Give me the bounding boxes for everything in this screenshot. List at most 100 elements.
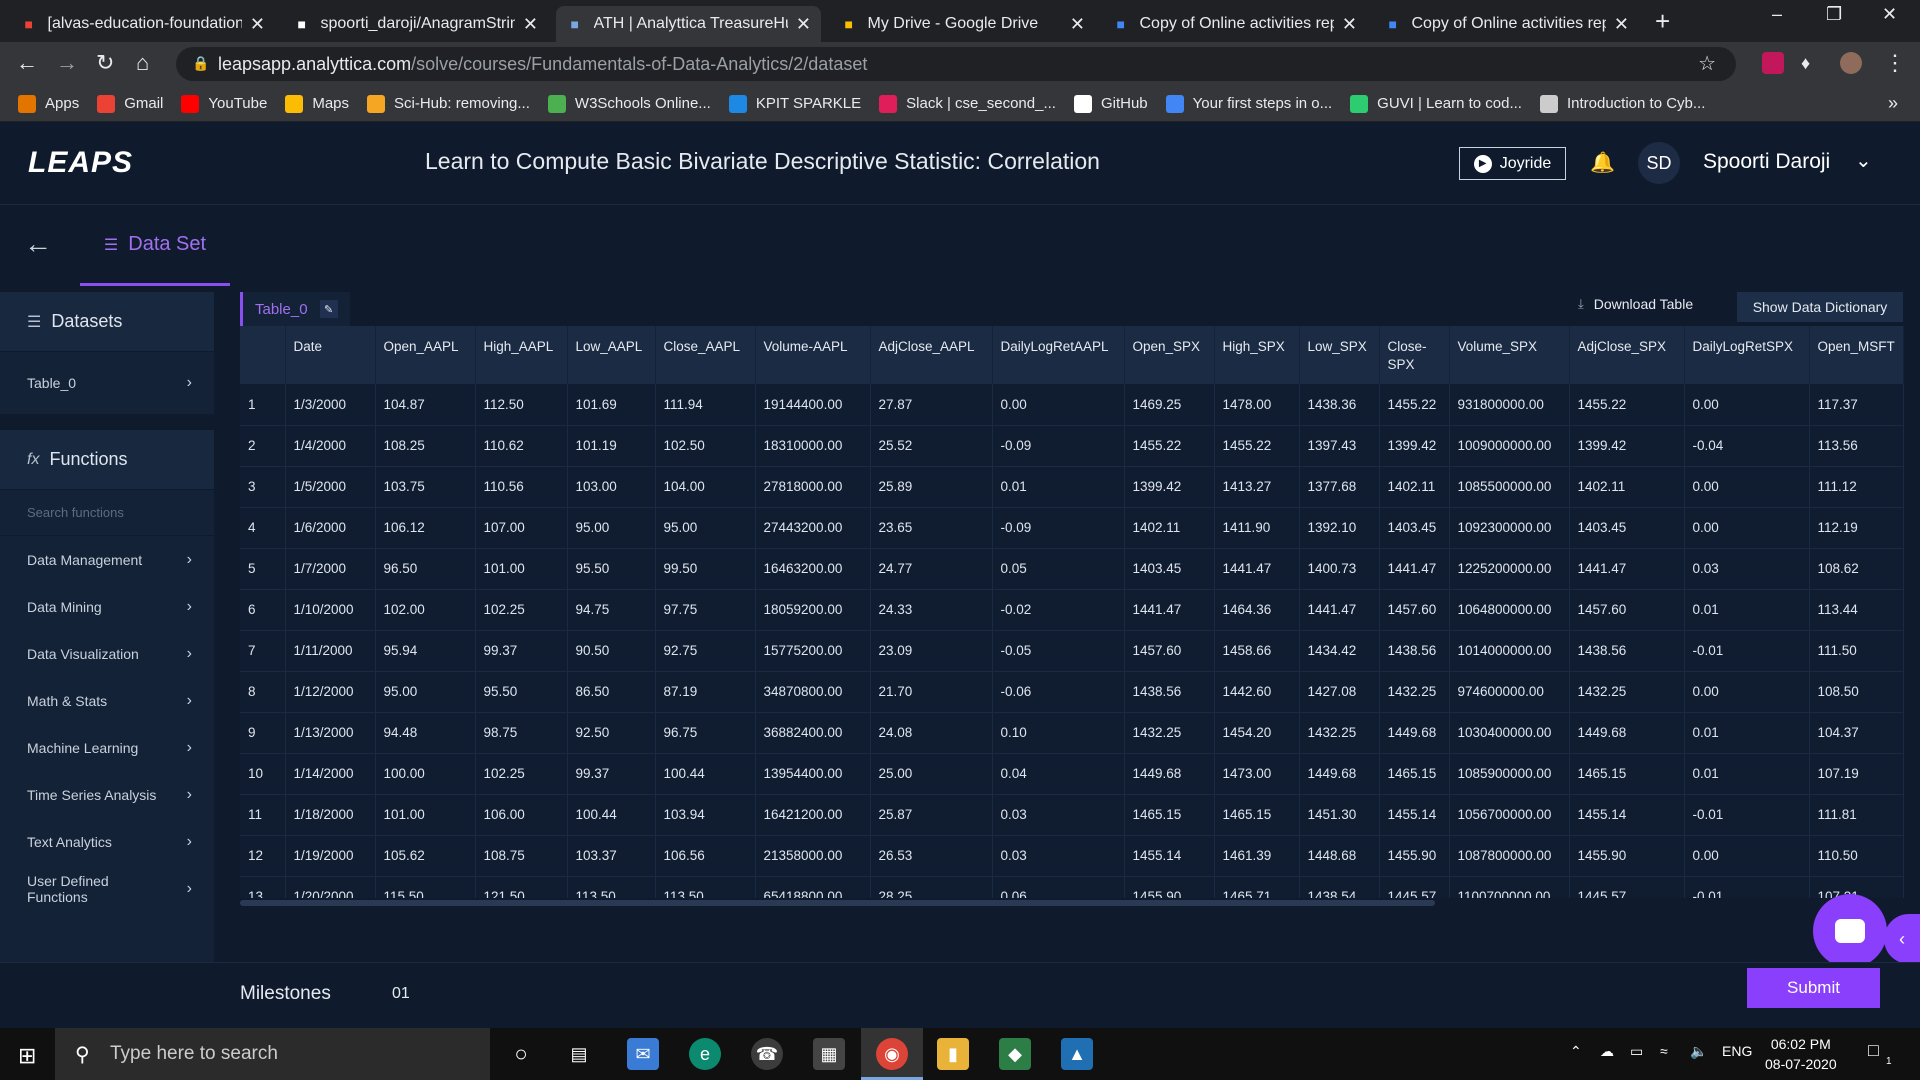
- table-row[interactable]: 11 1/18/2000 101.00 106.00 100.44 103.94 16421…: [240, 794, 1904, 836]
- volume-icon[interactable]: 🔈: [1690, 1043, 1707, 1060]
- column-header[interactable]: High_SPX: [1214, 326, 1300, 384]
- file-explorer-icon[interactable]: ▮: [937, 1038, 969, 1070]
- store-icon[interactable]: ▦: [813, 1038, 845, 1070]
- browser-tab[interactable]: ■ [alvas-education-foundation/ ✕: [10, 6, 275, 42]
- minimize-button[interactable]: –: [1772, 4, 1782, 25]
- function-category-item[interactable]: Data Mining ›: [0, 583, 214, 630]
- function-category-item[interactable]: Math & Stats ›: [0, 677, 214, 724]
- table-row[interactable]: 2 1/4/2000 108.25 110.62 101.19 102.50 1831000…: [240, 425, 1904, 467]
- milestones-count[interactable]: 01: [392, 985, 410, 1003]
- bookmark-item[interactable]: Your first steps in o...: [1165, 94, 1332, 113]
- table-row[interactable]: 3 1/5/2000 103.75 110.56 103.00 104.00 2781800…: [240, 466, 1904, 508]
- bookmark-item[interactable]: Apps: [18, 94, 79, 113]
- close-tab-icon[interactable]: ✕: [523, 14, 538, 35]
- tab-data-set[interactable]: ☰ Data Set: [80, 206, 230, 286]
- more-bookmarks-icon[interactable]: »: [1888, 93, 1898, 114]
- table-row[interactable]: 7 1/11/2000 95.94 99.37 90.50 92.75 15775200.0…: [240, 630, 1904, 672]
- column-header[interactable]: Volume-AAPL: [755, 326, 871, 384]
- browser-tab[interactable]: ■ My Drive - Google Drive ✕: [830, 6, 1095, 42]
- forward-arrow-icon[interactable]: →: [56, 50, 78, 76]
- browser-tab[interactable]: ■ spoorti_daroji/AnagramStrin ✕: [283, 6, 548, 42]
- language-indicator[interactable]: ENG: [1722, 1043, 1752, 1059]
- edge-icon[interactable]: e: [689, 1038, 721, 1070]
- bookmark-item[interactable]: YouTube: [181, 94, 267, 113]
- chevron-down-icon[interactable]: ⌄: [1855, 148, 1872, 173]
- table-row[interactable]: 4 1/6/2000 106.12 107.00 95.00 95.00 27443200.…: [240, 507, 1904, 549]
- table-row[interactable]: 6 1/10/2000 102.00 102.25 94.75 97.75 18059200…: [240, 589, 1904, 631]
- show-hidden-icons-icon[interactable]: ⌃: [1570, 1043, 1582, 1060]
- git-icon[interactable]: ◆: [999, 1038, 1031, 1070]
- function-category-item[interactable]: Text Analytics ›: [0, 818, 214, 865]
- table-row[interactable]: 12 1/19/2000 105.62 108.75 103.37 106.56 21358…: [240, 835, 1904, 877]
- table-tab[interactable]: Table_0 ✎: [240, 292, 350, 326]
- bookmark-item[interactable]: Introduction to Cyb...: [1539, 94, 1705, 113]
- reload-icon[interactable]: ↻: [96, 50, 114, 76]
- browser-tab[interactable]: ■ ATH | Analyttica TreasureHun ✕: [556, 6, 821, 42]
- close-tab-icon[interactable]: ✕: [1614, 14, 1629, 35]
- function-category-item[interactable]: Data Visualization ›: [0, 630, 214, 677]
- maximize-button[interactable]: ❐: [1826, 4, 1842, 25]
- column-header[interactable]: DailyLogRetAAPL: [992, 326, 1125, 384]
- column-header[interactable]: Open_SPX: [1124, 326, 1215, 384]
- column-header[interactable]: DailyLogRetSPX: [1684, 326, 1810, 384]
- table-row[interactable]: 13 1/20/2000 115.50 121.50 113.50 113.50 65418…: [240, 876, 1904, 898]
- edit-pencil-icon[interactable]: ✎: [319, 300, 338, 318]
- function-category-item[interactable]: Data Management ›: [0, 536, 214, 583]
- wifi-icon[interactable]: ≈: [1660, 1043, 1668, 1059]
- column-header[interactable]: AdjClose_SPX: [1569, 326, 1685, 384]
- horizontal-scrollbar[interactable]: [240, 898, 1910, 906]
- battery-icon[interactable]: ▭: [1630, 1043, 1643, 1060]
- bookmark-item[interactable]: GitHub: [1073, 94, 1148, 113]
- cortana-icon[interactable]: ○: [505, 1038, 537, 1070]
- task-view-icon[interactable]: ▤: [563, 1038, 595, 1070]
- photos-icon[interactable]: ▲: [1061, 1038, 1093, 1070]
- column-header[interactable]: AdjClose_AAPL: [870, 326, 993, 384]
- chat-button[interactable]: [1813, 894, 1887, 968]
- side-panel-toggle[interactable]: ‹: [1884, 914, 1920, 964]
- close-tab-icon[interactable]: ✕: [250, 14, 265, 35]
- close-tab-icon[interactable]: ✕: [796, 14, 811, 35]
- new-tab-button[interactable]: +: [1655, 6, 1670, 37]
- scrollbar-thumb[interactable]: [240, 900, 1435, 906]
- bookmark-item[interactable]: GUVI | Learn to cod...: [1350, 94, 1522, 113]
- mail-icon[interactable]: ✉: [627, 1038, 659, 1070]
- joyride-button[interactable]: ▶ Joyride: [1459, 147, 1566, 180]
- column-header[interactable]: Close_AAPL: [655, 326, 756, 384]
- browser-tab[interactable]: ■ Copy of Online activities repo ✕: [1374, 6, 1639, 42]
- bookmark-item[interactable]: Sci-Hub: removing...: [367, 94, 530, 113]
- close-tab-icon[interactable]: ✕: [1342, 14, 1357, 35]
- search-functions-input[interactable]: Search functions: [0, 490, 214, 536]
- table-row[interactable]: 5 1/7/2000 96.50 101.00 95.50 99.50 16463200.0…: [240, 548, 1904, 590]
- windows-start-icon[interactable]: ⊞: [18, 1043, 36, 1069]
- close-tab-icon[interactable]: ✕: [1070, 14, 1085, 35]
- address-bar[interactable]: 🔒 leapsapp.analyttica.com/solve/courses/…: [176, 47, 1736, 81]
- chrome-icon[interactable]: ◉: [876, 1038, 908, 1070]
- notification-bell-icon[interactable]: 🔔: [1590, 150, 1615, 175]
- column-header[interactable]: Date: [285, 326, 376, 384]
- table-row[interactable]: 10 1/14/2000 100.00 102.25 99.37 100.44 139544…: [240, 753, 1904, 795]
- notification-center-icon[interactable]: □: [1868, 1040, 1879, 1061]
- system-clock[interactable]: 06:02 PM 08-07-2020: [1765, 1034, 1837, 1074]
- browser-tab[interactable]: ■ Copy of Online activities repo ✕: [1102, 6, 1367, 42]
- column-header[interactable]: Open_AAPL: [375, 326, 476, 384]
- column-header[interactable]: Low_AAPL: [567, 326, 656, 384]
- whatsapp-icon[interactable]: ☎: [751, 1038, 783, 1070]
- browser-menu-icon[interactable]: ⋮: [1884, 50, 1906, 76]
- dataset-item-table-0[interactable]: Table_0 ›: [0, 352, 214, 414]
- bookmark-item[interactable]: Maps: [285, 94, 349, 113]
- bookmark-item[interactable]: W3Schools Online...: [547, 94, 711, 113]
- extensions-puzzle-icon[interactable]: ♦: [1801, 53, 1810, 74]
- bookmark-star-icon[interactable]: ☆: [1698, 51, 1716, 76]
- home-icon[interactable]: ⌂: [136, 50, 149, 76]
- user-avatar[interactable]: SD: [1638, 142, 1680, 184]
- back-arrow-icon[interactable]: ←: [16, 50, 38, 76]
- submit-button[interactable]: Submit: [1747, 968, 1880, 1008]
- column-header[interactable]: Open_MSFT: [1809, 326, 1904, 384]
- table-row[interactable]: 9 1/13/2000 94.48 98.75 92.50 96.75 36882400.0…: [240, 712, 1904, 754]
- column-header[interactable]: Volume_SPX: [1449, 326, 1570, 384]
- leaps-logo[interactable]: LEAPS: [28, 146, 133, 180]
- function-category-item[interactable]: User Defined Functions ›: [0, 865, 214, 912]
- data-grid[interactable]: Date Open_AAPL High_AAPL Low_AAPL Close_AAPL…: [240, 326, 1910, 898]
- function-category-item[interactable]: Time Series Analysis ›: [0, 771, 214, 818]
- bookmark-item[interactable]: Slack | cse_second_...: [879, 94, 1056, 113]
